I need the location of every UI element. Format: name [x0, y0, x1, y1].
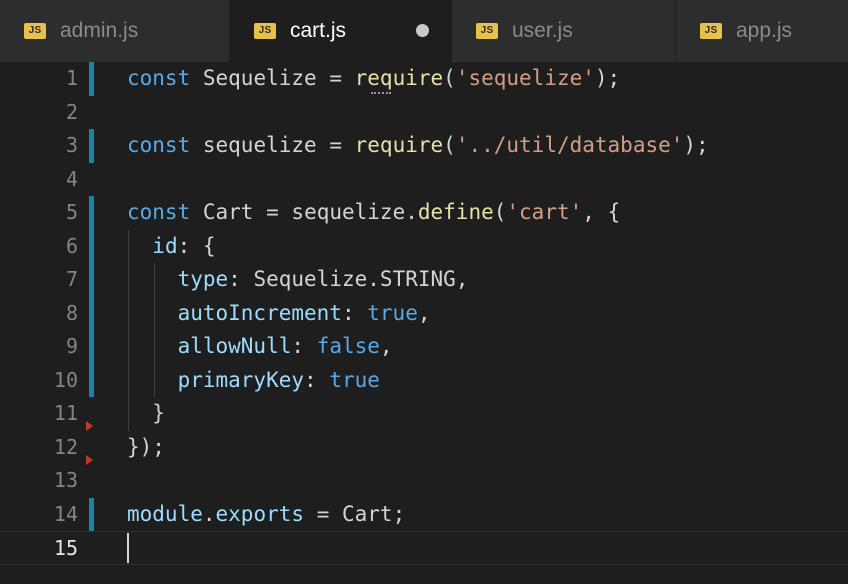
code-text: allowNull: false, — [177, 334, 393, 358]
tab-cart-js[interactable]: JS cart.js — [230, 0, 452, 62]
js-file-icon: JS — [476, 23, 498, 39]
code-line[interactable]: 12}); — [0, 431, 848, 465]
tab-bar: JS admin.js JS cart.js JS user.js JS app… — [0, 0, 848, 62]
code-line[interactable]: 2 — [0, 96, 848, 130]
modified-line-indicator — [89, 62, 94, 96]
code-text: const Cart = sequelize.define('cart', { — [127, 200, 621, 224]
tab-app-js[interactable]: JS app.js — [676, 0, 848, 62]
line-number: 4 — [65, 166, 78, 191]
modified-line-indicator — [89, 363, 94, 397]
js-file-icon: JS — [700, 23, 722, 39]
gutter-marker-icon[interactable] — [86, 421, 93, 432]
line-number: 13 — [53, 468, 78, 492]
code-line[interactable]: 4 — [0, 163, 848, 197]
code-text: primaryKey: true — [177, 367, 380, 392]
modified-line-indicator — [89, 296, 94, 330]
js-file-icon: JS — [254, 23, 276, 39]
code-text: type: Sequelize.STRING, — [177, 267, 469, 291]
line-number: 15 — [53, 536, 78, 560]
tab-admin-js[interactable]: JS admin.js — [0, 0, 230, 62]
code-text: autoIncrement: true, — [177, 300, 431, 325]
js-file-icon: JS — [24, 23, 46, 39]
line-number: 7 — [65, 267, 78, 291]
code-line[interactable]: 5 const Cart = sequelize.define('cart', { — [0, 196, 848, 230]
text-cursor — [127, 533, 129, 563]
line-number: 9 — [65, 334, 78, 358]
modified-line-indicator — [89, 196, 94, 230]
code-text: } — [152, 401, 165, 425]
code-line[interactable]: 1 const Sequelize = require('sequelize'); — [0, 62, 848, 96]
code-text: id: { — [152, 233, 216, 258]
tab-label: admin.js — [60, 19, 139, 42]
line-number: 14 — [53, 501, 78, 526]
code-text: }); — [127, 434, 165, 459]
indent-guide — [154, 263, 155, 397]
modified-line-indicator — [89, 330, 94, 364]
line-number: 10 — [53, 367, 78, 392]
code-text: const sequelize = require('../util/datab… — [127, 133, 709, 157]
tab-label: cart.js — [290, 19, 347, 42]
code-line[interactable]: 13 — [0, 464, 848, 498]
tab-label: user.js — [512, 19, 573, 42]
line-number: 12 — [53, 434, 78, 459]
hint-squiggle — [371, 91, 391, 95]
tab-label: app.js — [736, 19, 793, 42]
gutter-marker-icon[interactable] — [86, 454, 93, 465]
modified-line-indicator — [89, 229, 94, 263]
line-number: 1 — [65, 66, 78, 90]
code-text: module.exports = Cart; — [127, 501, 406, 526]
line-number: 2 — [65, 99, 78, 124]
modified-line-indicator — [89, 497, 94, 531]
line-number: 5 — [65, 200, 78, 224]
code-editor[interactable]: 1 const Sequelize = require('sequelize');… — [0, 62, 848, 584]
code-line[interactable]: 3 const sequelize = require('../util/data… — [0, 129, 848, 163]
modified-line-indicator — [89, 129, 94, 163]
tab-user-js[interactable]: JS user.js — [452, 0, 676, 62]
line-number: 3 — [65, 133, 78, 157]
line-number: 6 — [65, 233, 78, 258]
line-number: 11 — [53, 401, 78, 425]
line-number: 8 — [65, 300, 78, 325]
unsaved-dot-icon[interactable] — [416, 24, 429, 37]
modified-line-indicator — [89, 263, 94, 297]
code-text: const Sequelize = require('sequelize'); — [127, 66, 621, 90]
indent-guide — [128, 229, 129, 431]
code-line[interactable]: 14 module.exports = Cart; — [0, 497, 848, 531]
